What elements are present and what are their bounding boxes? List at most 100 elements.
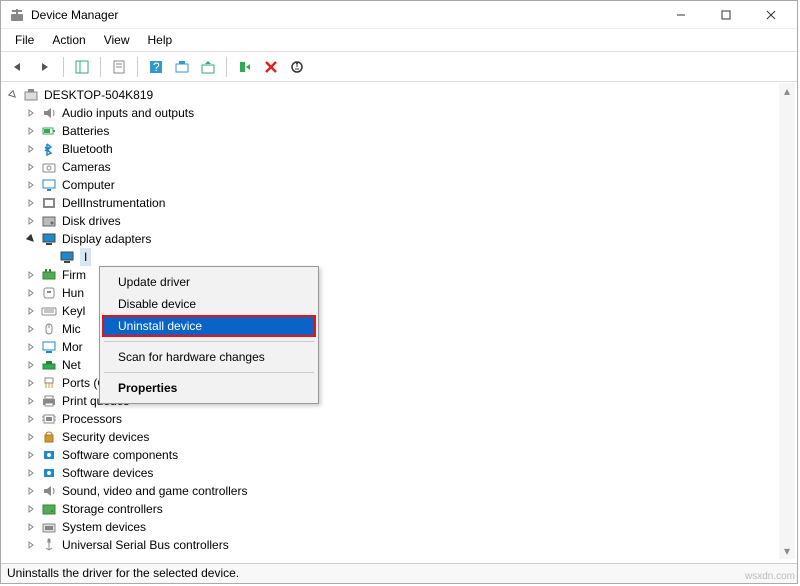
tree-toggle[interactable] [26, 144, 40, 154]
scan-hardware-button[interactable] [170, 55, 194, 79]
toolbar: ? [1, 52, 797, 82]
ctx-update-driver[interactable]: Update driver [102, 271, 316, 293]
scrollbar-vertical[interactable]: ▴ ▾ [779, 83, 795, 559]
tree-category[interactable]: Display adapters [4, 230, 794, 248]
properties-button[interactable] [107, 55, 131, 79]
close-button[interactable] [748, 1, 793, 28]
tree-category[interactable]: Bluetooth [4, 140, 794, 158]
window-controls [658, 1, 793, 28]
tree-label: Computer [62, 176, 115, 194]
context-menu: Update driver Disable device Uninstall d… [99, 266, 319, 404]
tree-category[interactable]: Processors [4, 410, 794, 428]
tree-toggle[interactable] [26, 504, 40, 514]
tree-category[interactable]: DellInstrumentation [4, 194, 794, 212]
svg-text:?: ? [153, 60, 160, 74]
tree-category[interactable]: Security devices [4, 428, 794, 446]
scroll-up-button[interactable]: ▴ [779, 83, 795, 99]
display-icon [58, 249, 76, 265]
tree-category[interactable]: Cameras [4, 158, 794, 176]
menu-action[interactable]: Action [44, 31, 93, 49]
tree-root[interactable]: DESKTOP-504K819 [4, 86, 794, 104]
tree-toggle[interactable] [26, 360, 40, 370]
mon-icon [40, 339, 58, 355]
tree-label: Security devices [62, 428, 149, 446]
tree-category[interactable]: Audio inputs and outputs [4, 104, 794, 122]
tree-category[interactable]: Disk drives [4, 212, 794, 230]
uninstall-device-button[interactable] [259, 55, 283, 79]
tree-toggle[interactable] [26, 450, 40, 460]
tree-toggle[interactable] [26, 432, 40, 442]
tree-toggle[interactable] [26, 342, 40, 352]
port-icon [40, 375, 58, 391]
device-manager-window: Device Manager File Action View Help ? [0, 0, 798, 584]
toolbar-separator [100, 57, 101, 77]
tree-category[interactable]: Software devices [4, 464, 794, 482]
dell-icon [40, 195, 58, 211]
tree-toggle[interactable] [26, 234, 40, 244]
ctx-scan-hardware[interactable]: Scan for hardware changes [102, 346, 316, 368]
tree-toggle[interactable] [26, 378, 40, 388]
tree-category[interactable]: System devices [4, 518, 794, 536]
tree-category[interactable]: Software components [4, 446, 794, 464]
tree-toggle[interactable] [26, 468, 40, 478]
tree-toggle[interactable] [26, 414, 40, 424]
tree-toggle[interactable] [26, 108, 40, 118]
tree-device-selected[interactable]: I [4, 248, 794, 266]
tree-toggle[interactable] [26, 396, 40, 406]
tree-toggle[interactable] [26, 198, 40, 208]
sound-icon [40, 483, 58, 499]
tree-label: Bluetooth [62, 140, 113, 158]
tree-label: Hun [62, 284, 92, 302]
back-button[interactable] [7, 55, 31, 79]
cam-icon [40, 159, 58, 175]
tree-category[interactable]: Computer [4, 176, 794, 194]
tree-label: Storage controllers [62, 500, 163, 518]
ctx-uninstall-device[interactable]: Uninstall device [102, 315, 316, 337]
tree-label: Cameras [62, 158, 111, 176]
tree-toggle[interactable] [26, 180, 40, 190]
tree-toggle[interactable] [26, 270, 40, 280]
tree-toggle[interactable] [26, 126, 40, 136]
help-button[interactable]: ? [144, 55, 168, 79]
tree-label: Mor [62, 338, 91, 356]
update-driver-button[interactable] [196, 55, 220, 79]
sec-icon [40, 429, 58, 445]
tree-toggle[interactable] [26, 324, 40, 334]
tree-toggle[interactable] [26, 486, 40, 496]
tree-label: Firm [62, 266, 94, 284]
tree-label: Display adapters [62, 230, 151, 248]
ctx-properties[interactable]: Properties [102, 377, 316, 399]
show-hide-tree-button[interactable] [70, 55, 94, 79]
menu-help[interactable]: Help [140, 31, 181, 49]
mouse-icon [40, 321, 58, 337]
tree-category[interactable]: Sound, video and game controllers [4, 482, 794, 500]
enable-device-button[interactable] [233, 55, 257, 79]
tree-label: Universal Serial Bus controllers [62, 536, 229, 554]
tree-toggle[interactable] [26, 216, 40, 226]
tree-toggle[interactable] [26, 522, 40, 532]
disk-icon [40, 213, 58, 229]
firm-icon [40, 267, 58, 283]
forward-button[interactable] [33, 55, 57, 79]
app-icon [9, 7, 25, 23]
usb-icon [40, 537, 58, 553]
tree-category[interactable]: Storage controllers [4, 500, 794, 518]
disable-device-button[interactable] [285, 55, 309, 79]
ctx-disable-device[interactable]: Disable device [102, 293, 316, 315]
scroll-down-button[interactable]: ▾ [779, 543, 795, 559]
audio-icon [40, 105, 58, 121]
tree-toggle[interactable] [26, 288, 40, 298]
tree-toggle[interactable] [26, 306, 40, 316]
tree-category[interactable]: Batteries [4, 122, 794, 140]
maximize-button[interactable] [703, 1, 748, 28]
tree-toggle[interactable] [26, 162, 40, 172]
tree-toggle[interactable] [26, 540, 40, 550]
watermark: wsxdn.com [745, 571, 795, 582]
tree-label: Sound, video and game controllers [62, 482, 247, 500]
keyb-icon [40, 303, 58, 319]
tree-toggle[interactable] [8, 90, 22, 100]
minimize-button[interactable] [658, 1, 703, 28]
menu-view[interactable]: View [96, 31, 138, 49]
menu-file[interactable]: File [7, 31, 42, 49]
tree-category[interactable]: Universal Serial Bus controllers [4, 536, 794, 554]
